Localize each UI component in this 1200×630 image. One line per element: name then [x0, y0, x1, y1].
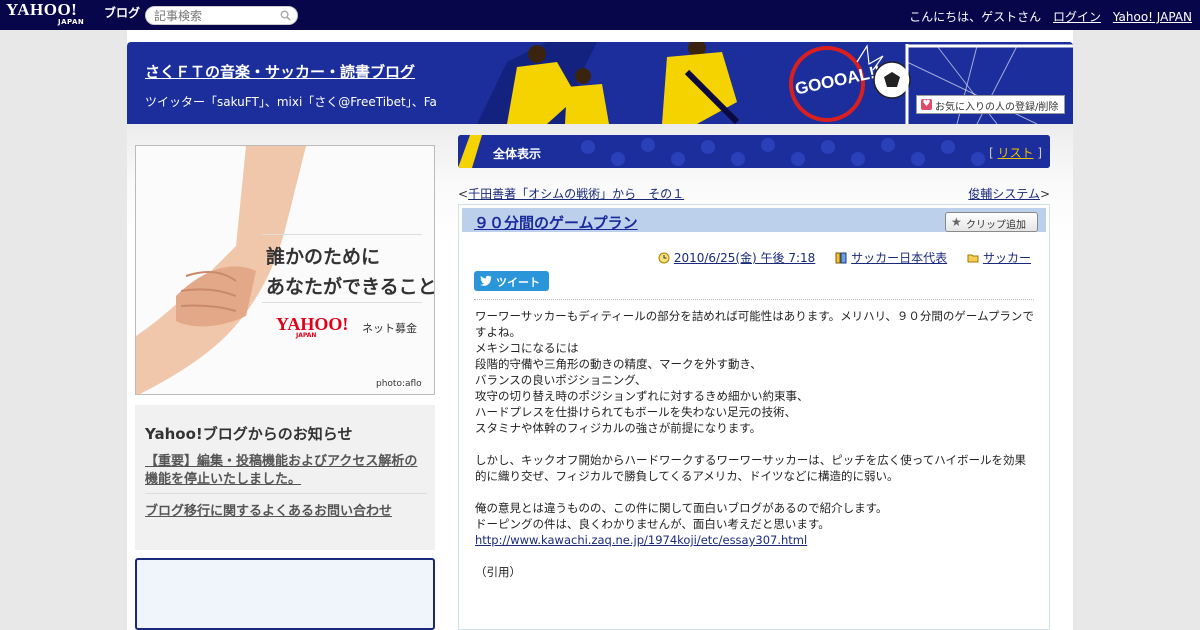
search-input[interactable]: [154, 9, 274, 23]
favorite-button-label: お気に入りの人の登録/削除: [935, 102, 1059, 113]
ad-divider: [262, 302, 422, 303]
next-article-link[interactable]: 俊輔システム: [968, 187, 1040, 201]
twitter-bird-icon: [480, 275, 492, 286]
article-paragraph: ワーワーサッカーもディティールの部分を詰めれば可能性はあります。メリハリ、９０分…: [475, 309, 1034, 435]
search-icon[interactable]: [280, 10, 291, 21]
page-container: さくＦＴの音楽・サッカー・読書ブログ ツイッター「sakuFT」、mixi「さく…: [127, 30, 1073, 630]
charity-ad-banner[interactable]: 誰かのために あなたができること YAHOO! JAPAN ネット募金 phot…: [135, 145, 435, 395]
list-bracket-close: ]: [1037, 146, 1042, 160]
logo-text: YAHOO!: [6, 0, 78, 19]
prev-article-link[interactable]: 千田善著「オシムの戦術」から その１: [468, 187, 684, 201]
ad-yahoo-logo-sub: JAPAN: [296, 332, 317, 339]
logo-blog: ブログ: [104, 6, 141, 20]
clock-icon: [658, 252, 670, 263]
article-divider: [474, 299, 1034, 300]
article-meta: 2010/6/25(金) 午後 7:18 サッカー日本代表 サッカー: [642, 249, 1031, 267]
notice-box: Yahoo!ブログからのお知らせ 【重要】編集・投稿機能およびアクセス解析の機能…: [135, 405, 435, 550]
logo-sub: JAPAN: [58, 18, 85, 26]
list-view-link[interactable]: リスト: [997, 146, 1033, 160]
search-box: [145, 6, 298, 25]
heart-icon: ♥: [921, 99, 932, 110]
notice-link-important[interactable]: 【重要】編集・投稿機能およびアクセス解析の機能を停止いたしました。: [145, 453, 427, 489]
ad-copy-line2: あなたができること: [266, 276, 435, 298]
next-arrow: >: [1039, 187, 1050, 201]
tweet-button[interactable]: ツイート: [474, 271, 549, 291]
notice-title: Yahoo!ブログからのお知らせ: [145, 425, 353, 443]
article-title[interactable]: ９０分間のゲームプラン: [474, 212, 638, 233]
next-article-nav: 俊輔システム>: [968, 185, 1050, 202]
list-bracket-open: [: [988, 146, 994, 160]
yahoo-blog-logo[interactable]: YAHOO! JAPAN ブログ: [6, 0, 140, 26]
prev-article-nav: <千田善著「オシムの戦術」から その１: [458, 185, 684, 202]
section-title: 全体表示: [493, 147, 542, 161]
tweet-label: ツイート: [496, 276, 540, 289]
quote-label: （引用）: [475, 565, 521, 579]
sidebar-widget-box: [135, 558, 435, 630]
book-icon: [835, 252, 847, 263]
ad-service-name: ネット募金: [362, 322, 417, 335]
user-links: こんにちは、ゲストさん ログイン Yahoo! JAPAN: [909, 8, 1192, 25]
article-body: ワーワーサッカーもディティールの部分を詰めれば可能性はあります。メリハリ、９０分…: [475, 308, 1035, 580]
prev-arrow: <: [458, 187, 469, 201]
yahoo-japan-link[interactable]: Yahoo! JAPAN: [1113, 10, 1192, 24]
list-view-toggle: [ リスト ]: [989, 144, 1042, 161]
ad-photo-credit: photo:aflo: [376, 379, 422, 389]
clip-button-label: クリップ追加: [966, 220, 1026, 231]
article-paragraph: しかし、キックオフ開始からハードワークするワーワーサッカーは、ピッチを広く使って…: [475, 453, 1026, 483]
external-blog-link[interactable]: http://www.kawachi.zaq.ne.jp/1974koji/et…: [475, 533, 807, 547]
article: ９０分間のゲームプラン ★ クリップ追加 2010/6/25(金) 午後 7:1…: [458, 204, 1050, 630]
ad-divider: [262, 234, 422, 235]
article-paragraph: 俺の意見とは違うものの、この件に関して面白いブログがあるので紹介します。 ドーピ…: [475, 501, 888, 531]
star-icon: ★: [951, 215, 962, 229]
article-header: ９０分間のゲームプラン ★ クリップ追加: [462, 208, 1046, 232]
notice-link-faq[interactable]: ブログ移行に関するよくあるお問い合わせ: [145, 500, 392, 519]
folder-icon: [967, 254, 979, 262]
category-link-japan-team[interactable]: サッカー日本代表: [851, 249, 947, 266]
blog-header: さくＦＴの音楽・サッカー・読書ブログ ツイッター「sakuFT」、mixi「さく…: [127, 42, 1073, 124]
section-title-bar: 全体表示 [ リスト ]: [458, 135, 1050, 168]
ad-copy-line1: 誰かのために: [266, 246, 381, 268]
section-bar-pattern: [458, 135, 1050, 168]
clip-add-button[interactable]: ★ クリップ追加: [945, 212, 1038, 232]
category-link-soccer[interactable]: サッカー: [983, 249, 1031, 266]
login-link[interactable]: ログイン: [1053, 10, 1101, 24]
article-date-link[interactable]: 2010/6/25(金) 午後 7:18: [674, 249, 815, 266]
handshake-image: [136, 146, 434, 394]
notice-divider: [145, 493, 427, 494]
greeting-text: こんにちは、ゲストさん: [909, 10, 1042, 24]
top-bar: YAHOO! JAPAN ブログ こんにちは、ゲストさん ログイン Yahoo!…: [0, 0, 1200, 30]
favorite-register-button[interactable]: ♥ お気に入りの人の登録/削除: [916, 95, 1065, 114]
blog-title[interactable]: さくＦＴの音楽・サッカー・読書ブログ: [145, 61, 415, 82]
